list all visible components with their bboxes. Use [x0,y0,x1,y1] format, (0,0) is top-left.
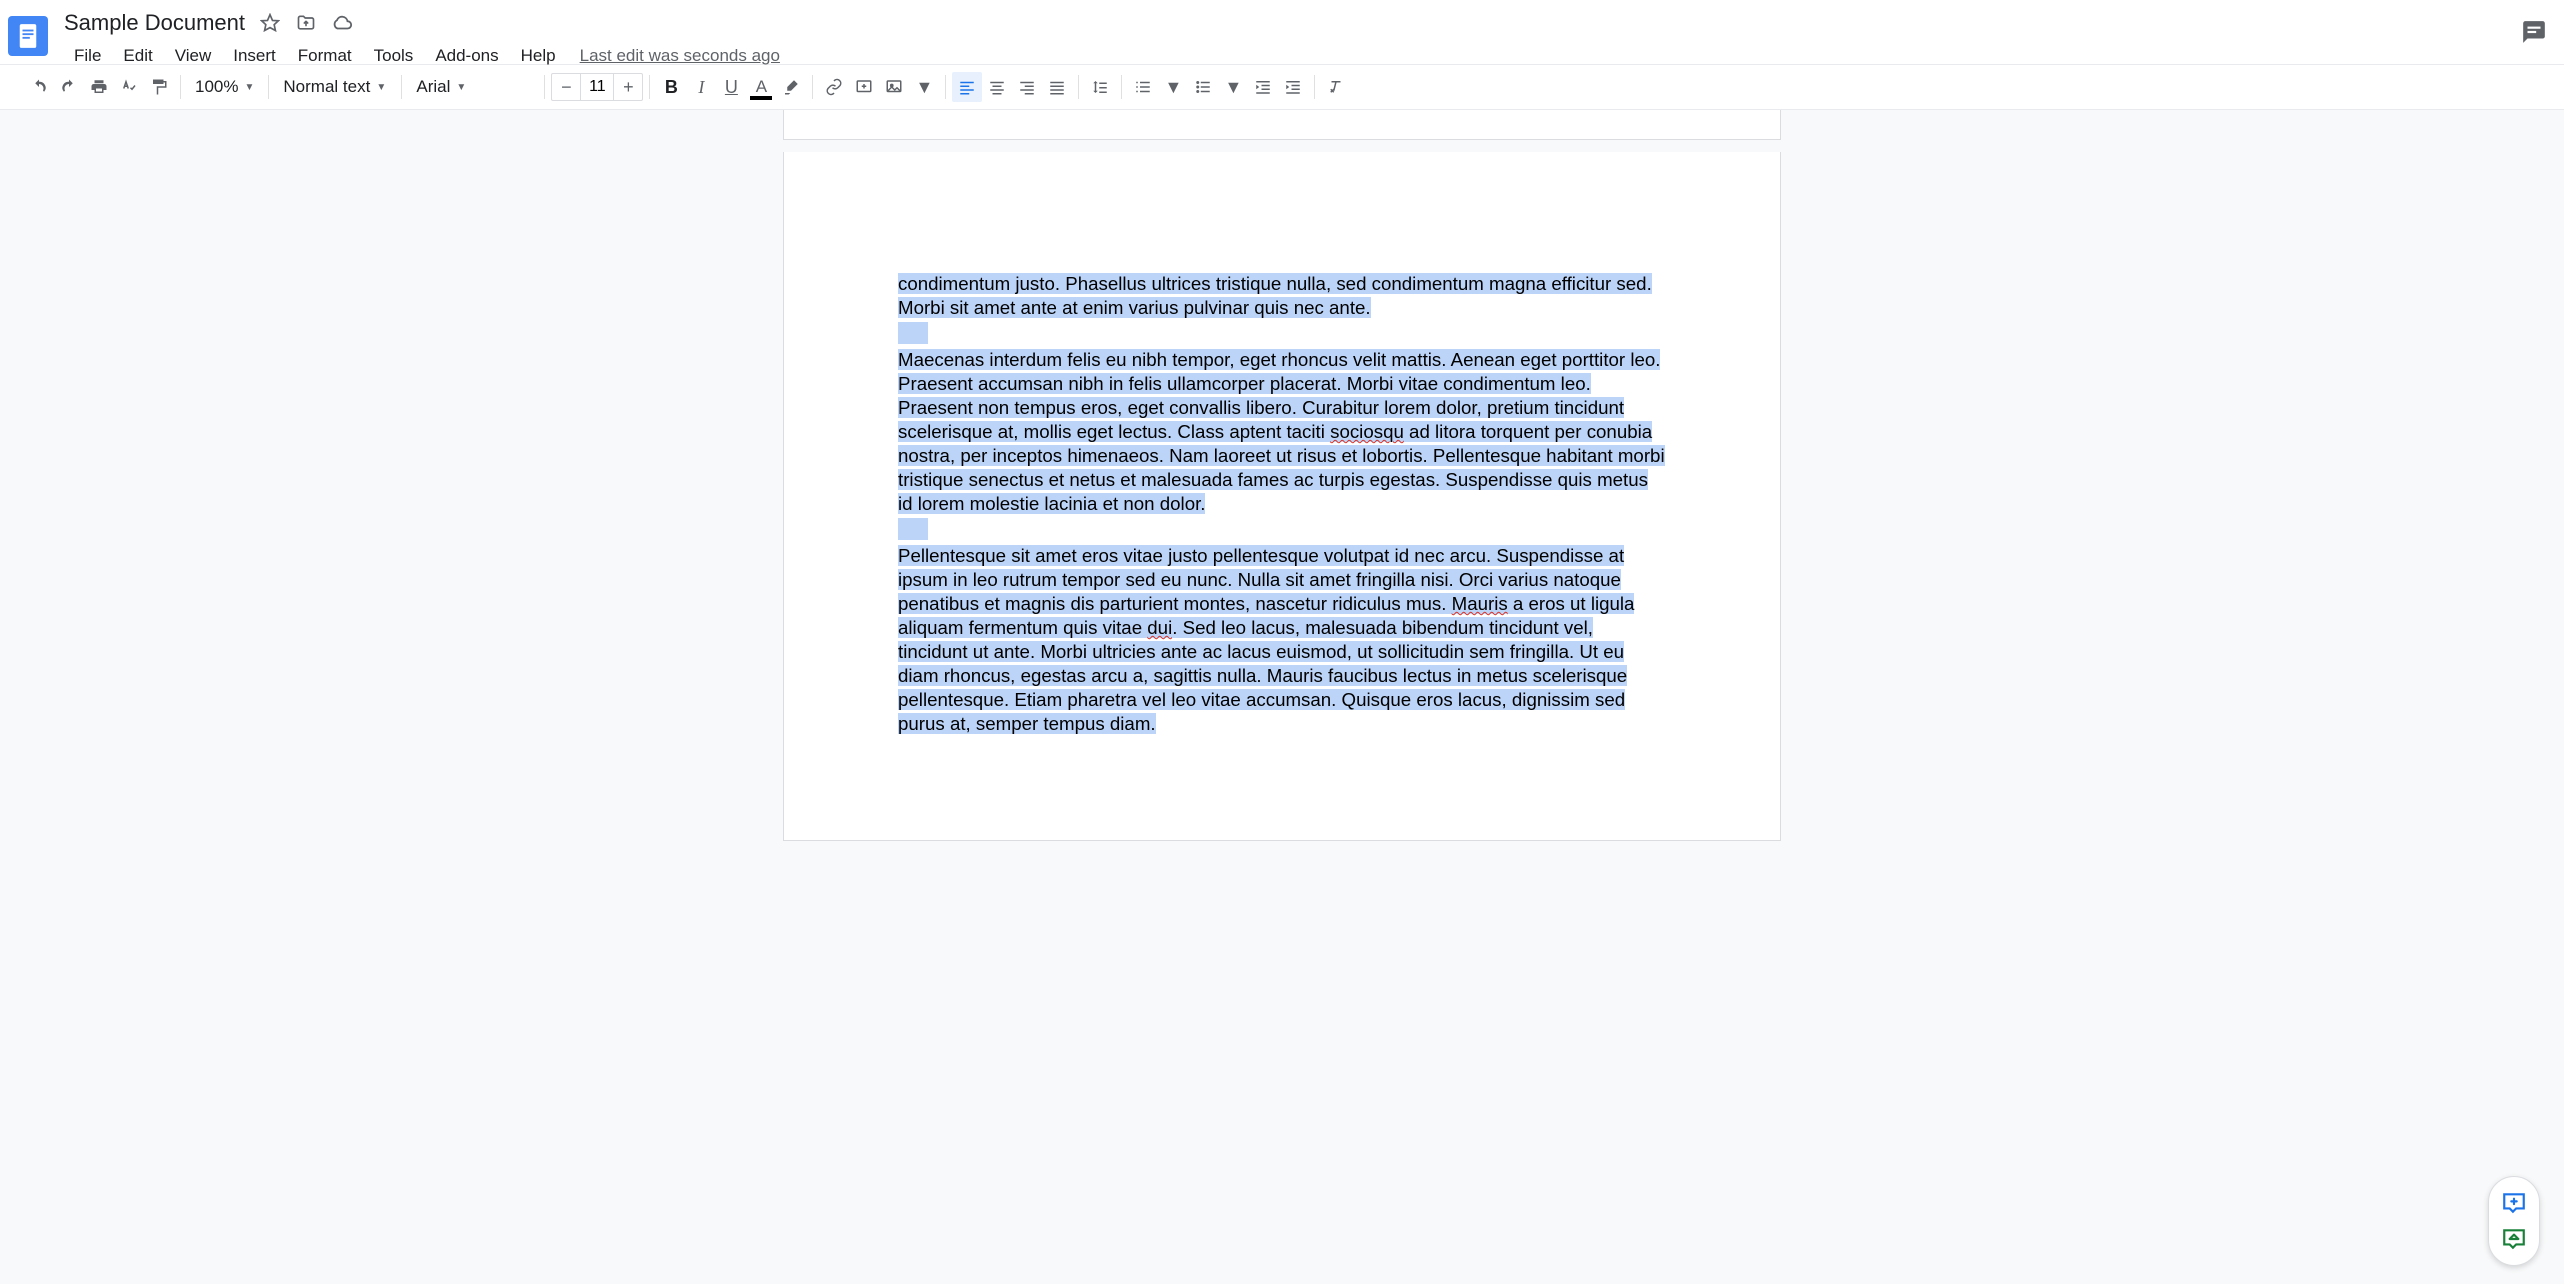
menu-help[interactable]: Help [511,42,566,70]
paragraph[interactable]: Maecenas interdum felis eu nibh tempor, … [898,348,1666,516]
paragraph-style-dropdown[interactable]: Normal text ▼ [275,72,395,102]
caret-down-icon: ▼ [456,82,466,93]
align-left-button[interactable] [952,72,982,102]
insert-image-button[interactable] [879,72,909,102]
font-size-decrease[interactable]: − [552,77,580,98]
menu-insert[interactable]: Insert [223,42,286,70]
add-comment-button[interactable] [849,72,879,102]
paint-format-button[interactable] [144,72,174,102]
align-center-button[interactable] [982,72,1012,102]
font-family-dropdown[interactable]: Arial ▼ [408,72,538,102]
caret-down-icon: ▼ [376,82,386,93]
text-color-button[interactable]: A [746,72,776,102]
align-right-button[interactable] [1012,72,1042,102]
document-canvas[interactable]: condimentum justo. Phasellus ultrices tr… [0,110,2564,1284]
header-bar: Sample Document File Edit View Insert Fo… [0,0,2564,64]
zoom-value: 100% [195,77,238,97]
add-comment-fab[interactable] [2496,1185,2532,1221]
floating-actions [2488,1176,2540,1266]
redo-button[interactable] [54,72,84,102]
caret-down-icon: ▼ [244,82,254,93]
bold-button[interactable]: B [656,72,686,102]
zoom-dropdown[interactable]: 100% ▼ [187,72,262,102]
insert-image-caret[interactable]: ▼ [909,72,939,102]
menu-file[interactable]: File [64,42,111,70]
suggest-edits-fab[interactable] [2496,1221,2532,1257]
font-size-input[interactable] [580,74,614,100]
menu-view[interactable]: View [165,42,222,70]
paragraph[interactable]: Pellentesque sit amet eros vitae justo p… [898,544,1666,736]
numbered-list-caret[interactable]: ▼ [1158,72,1188,102]
menu-tools[interactable]: Tools [364,42,424,70]
undo-button[interactable] [24,72,54,102]
paragraph[interactable]: condimentum justo. Phasellus ultrices tr… [898,272,1666,320]
previous-page-edge [783,110,1781,140]
decrease-indent-button[interactable] [1248,72,1278,102]
spellcheck-button[interactable] [114,72,144,102]
underline-button[interactable]: U [716,72,746,102]
spelling-error[interactable]: Mauris [1452,593,1508,614]
menu-bar: File Edit View Insert Format Tools Add-o… [64,42,2548,70]
open-comments-icon[interactable] [2520,18,2548,46]
italic-button[interactable]: I [686,72,716,102]
docs-logo[interactable] [8,16,48,56]
increase-indent-button[interactable] [1278,72,1308,102]
move-to-folder-icon[interactable] [295,12,317,34]
spelling-error[interactable]: dui [1147,617,1172,638]
last-edit-link[interactable]: Last edit was seconds ago [580,46,780,66]
clear-formatting-button[interactable] [1321,72,1351,102]
numbered-list-button[interactable] [1128,72,1158,102]
line-spacing-button[interactable] [1085,72,1115,102]
selection-gap [898,322,928,344]
cloud-status-icon[interactable] [331,12,353,34]
font-size-control: − + [551,73,643,101]
star-icon[interactable] [259,12,281,34]
doc-icon [17,22,39,50]
toolbar: 100% ▼ Normal text ▼ Arial ▼ − + B I U A [0,64,2564,110]
bulleted-list-caret[interactable]: ▼ [1218,72,1248,102]
document-title[interactable]: Sample Document [64,10,245,36]
document-page[interactable]: condimentum justo. Phasellus ultrices tr… [783,152,1781,841]
paragraph-style-value: Normal text [283,77,370,97]
print-button[interactable] [84,72,114,102]
menu-format[interactable]: Format [288,42,362,70]
selection-gap [898,518,928,540]
font-size-increase[interactable]: + [614,77,642,98]
selected-text[interactable]: condimentum justo. Phasellus ultrices tr… [898,273,1652,318]
spelling-error[interactable]: sociosqu [1330,421,1404,442]
menu-addons[interactable]: Add-ons [425,42,508,70]
font-family-value: Arial [416,77,450,97]
highlight-color-button[interactable] [776,72,806,102]
align-justify-button[interactable] [1042,72,1072,102]
title-area: Sample Document File Edit View Insert Fo… [64,8,2548,70]
insert-link-button[interactable] [819,72,849,102]
bulleted-list-button[interactable] [1188,72,1218,102]
page-content[interactable]: condimentum justo. Phasellus ultrices tr… [784,152,1780,840]
menu-edit[interactable]: Edit [113,42,162,70]
